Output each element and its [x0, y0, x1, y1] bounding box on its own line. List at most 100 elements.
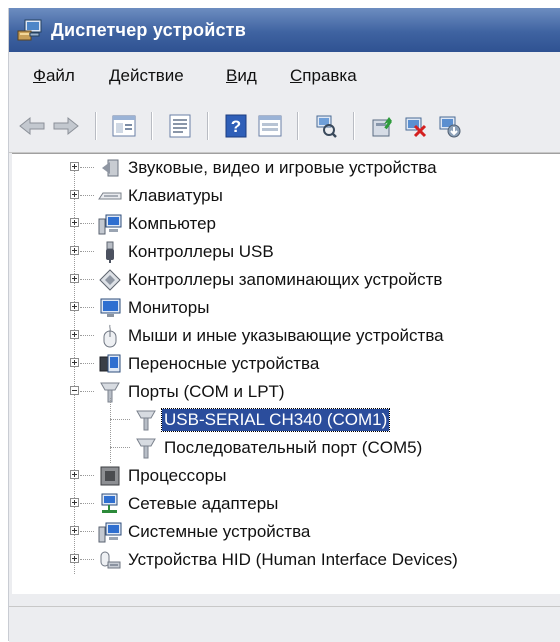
processor-icon: [98, 464, 122, 488]
computer-icon: [98, 212, 122, 236]
expand-toggle[interactable]: [70, 330, 79, 339]
hid-icon: [98, 548, 122, 572]
view-icon[interactable]: [255, 111, 285, 141]
tree-item-processors[interactable]: Процессоры: [12, 462, 560, 490]
tree-connector-line: [80, 223, 94, 224]
tree-connector-line: [80, 391, 94, 392]
device-manager-window: Диспетчер устройств Файл Действие Вид Сп…: [8, 8, 560, 642]
tree-item-label: Порты (COM и LPT): [128, 382, 285, 401]
tree-item-label: Мониторы: [128, 298, 210, 317]
tree-item-label: Переносные устройства: [128, 354, 320, 373]
tree-item-label: Контроллеры USB: [128, 242, 274, 261]
svg-text:?: ?: [231, 117, 241, 136]
system-device-icon: [98, 520, 122, 544]
back-icon[interactable]: [17, 111, 47, 141]
tree-item-label: Компьютер: [128, 214, 216, 233]
tree-item-portable-devices[interactable]: Переносные устройства: [12, 350, 560, 378]
menu-file[interactable]: Файл: [33, 65, 75, 87]
port-icon: [134, 408, 158, 432]
tree-connector-line: [110, 447, 130, 448]
status-bar: [9, 606, 560, 642]
tree-item-mice[interactable]: Мыши и иные указывающие устройства: [12, 322, 560, 350]
window-title: Диспетчер устройств: [51, 20, 246, 40]
disable-device-icon[interactable]: [435, 111, 465, 141]
device-manager-app-icon: [17, 18, 43, 42]
mouse-icon: [98, 324, 122, 348]
menu-action[interactable]: Действие: [109, 65, 184, 87]
expand-toggle[interactable]: [70, 162, 79, 171]
tree-connector-line: [80, 531, 94, 532]
portable-device-icon: [98, 352, 122, 376]
tree-item-storage-controllers[interactable]: Контроллеры запоминающих устройств: [12, 266, 560, 294]
toolbar-separator: [151, 112, 153, 140]
menu-help[interactable]: Справка: [290, 65, 357, 87]
collapse-toggle[interactable]: [70, 386, 79, 395]
tree-item-serial-port-com5[interactable]: Последовательный порт (COM5): [12, 434, 560, 462]
tree-connector-line: [80, 475, 94, 476]
title-bar[interactable]: Диспетчер устройств: [9, 8, 560, 52]
toolbar-separator: [207, 112, 209, 140]
expand-toggle[interactable]: [70, 526, 79, 535]
tree-connector-line: [80, 279, 94, 280]
tree-connector-line: [80, 195, 94, 196]
tree-connector-line: [80, 307, 94, 308]
update-driver-icon[interactable]: [367, 111, 397, 141]
expand-toggle[interactable]: [70, 498, 79, 507]
expand-toggle[interactable]: [70, 302, 79, 311]
expand-toggle[interactable]: [70, 358, 79, 367]
keyboard-icon: [98, 184, 122, 208]
help-icon[interactable]: ?: [221, 111, 251, 141]
uninstall-icon[interactable]: [401, 111, 431, 141]
toolbar: ?: [9, 100, 560, 153]
tree-item-label: Контроллеры запоминающих устройств: [128, 270, 443, 289]
tree-connector-line: [80, 503, 94, 504]
scan-hardware-icon[interactable]: [311, 111, 341, 141]
tree-item-label: Мыши и иные указывающие устройства: [128, 326, 444, 345]
forward-icon[interactable]: [51, 111, 81, 141]
properties-icon[interactable]: [109, 111, 139, 141]
expand-toggle[interactable]: [70, 246, 79, 255]
tree-item-usb-serial-ch340[interactable]: USB-SERIAL CH340 (COM1): [12, 406, 560, 434]
tree-item-label: Системные устройства: [128, 522, 311, 541]
show-hide-tree-icon[interactable]: [165, 111, 195, 141]
tree-item-keyboards[interactable]: Клавиатуры: [12, 182, 560, 210]
toolbar-separator: [95, 112, 97, 140]
network-adapter-icon: [98, 492, 122, 516]
tree-item-sound-devices[interactable]: Звуковые, видео и игровые устройства: [12, 154, 560, 182]
tree-item-label: Звуковые, видео и игровые устройства: [128, 158, 437, 177]
tree-connector-line: [80, 251, 94, 252]
expand-toggle[interactable]: [70, 470, 79, 479]
tree-connector-line: [110, 419, 130, 420]
tree-item-hid-devices[interactable]: Устройства HID (Human Interface Devices): [12, 546, 560, 574]
tree-item-monitors[interactable]: Мониторы: [12, 294, 560, 322]
tree-item-usb-controllers[interactable]: Контроллеры USB: [12, 238, 560, 266]
toolbar-separator: [353, 112, 355, 140]
port-icon: [134, 436, 158, 460]
expand-toggle[interactable]: [70, 218, 79, 227]
expand-toggle[interactable]: [70, 274, 79, 283]
tree-item-label: Последовательный порт (COM5): [164, 438, 423, 457]
tree-connector-line: [80, 559, 94, 560]
toolbar-separator: [297, 112, 299, 140]
menu-view[interactable]: Вид: [226, 65, 257, 87]
tree-item-label: Процессоры: [128, 466, 227, 485]
tree-connector-line: [80, 363, 94, 364]
tree-connector-line: [80, 167, 94, 168]
monitor-icon: [98, 296, 122, 320]
tree-item-label: Устройства HID (Human Interface Devices): [128, 550, 458, 569]
tree-item-label: USB-SERIAL CH340 (COM1): [160, 408, 391, 432]
tree-item-computer[interactable]: Компьютер: [12, 210, 560, 238]
tree-item-label: Клавиатуры: [128, 186, 223, 205]
menu-bar: Файл Действие Вид Справка: [9, 56, 560, 96]
expand-toggle[interactable]: [70, 190, 79, 199]
tree-connector-line: [80, 335, 94, 336]
usb-icon: [98, 240, 122, 264]
tree-item-network-adapters[interactable]: Сетевые адаптеры: [12, 490, 560, 518]
device-tree[interactable]: Звуковые, видео и игровые устройства Кла…: [12, 153, 560, 594]
tree-item-label: Сетевые адаптеры: [128, 494, 279, 513]
expand-toggle[interactable]: [70, 554, 79, 563]
speaker-icon: [98, 156, 122, 180]
storage-controller-icon: [98, 268, 122, 292]
tree-item-system-devices[interactable]: Системные устройства: [12, 518, 560, 546]
tree-item-ports[interactable]: Порты (COM и LPT): [12, 378, 560, 406]
